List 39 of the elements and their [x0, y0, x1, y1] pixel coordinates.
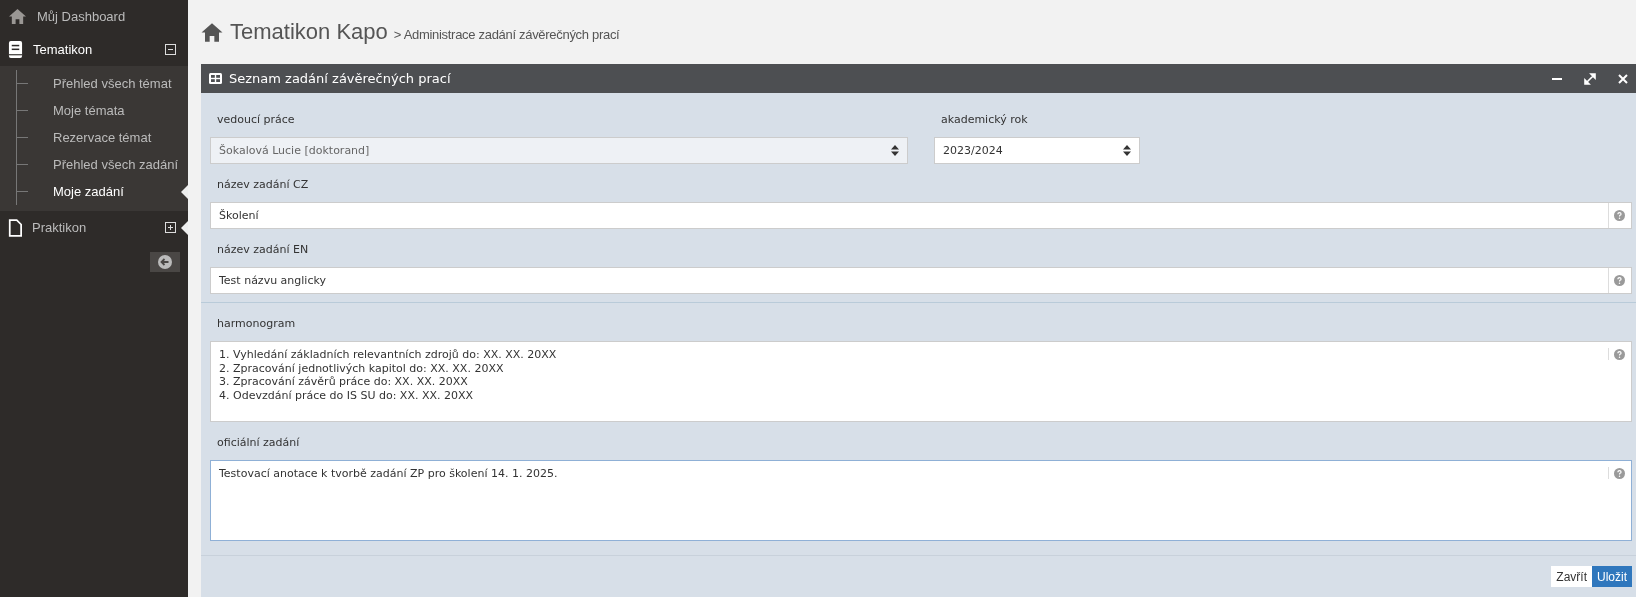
help-icon[interactable]: [1614, 349, 1625, 360]
field-label: vedoucí práce: [216, 112, 296, 128]
help-icon[interactable]: [1614, 468, 1625, 479]
page-title: Tematikon Kapo: [230, 19, 388, 45]
breadcrumb: > Administrace zadání závěrečných prací: [393, 26, 620, 42]
close-icon: [1618, 73, 1628, 84]
book-icon: [8, 40, 23, 59]
home-icon: [8, 8, 27, 25]
home-icon[interactable]: [200, 21, 224, 43]
field-label: oficiální zadání: [216, 435, 301, 451]
help-icon[interactable]: [1614, 275, 1625, 286]
panel-title: Seznam zadání závěrečných prací: [229, 71, 452, 86]
back-arrow-icon: [158, 255, 172, 269]
sort-arrows-icon: [891, 145, 899, 156]
sort-arrows-icon: [1123, 145, 1131, 156]
submenu-item[interactable]: Přehled všech témat: [0, 70, 188, 97]
input-field[interactable]: Test názvu anglicky: [210, 267, 1632, 294]
select-field[interactable]: 2023/2024: [934, 137, 1140, 164]
submenu-item[interactable]: Přehled všech zadání: [0, 151, 188, 178]
input-field[interactable]: Školení: [210, 202, 1632, 229]
sidebar-item[interactable]: Tematikon: [0, 33, 188, 66]
submenu-item[interactable]: Rezervace témat: [0, 124, 188, 151]
text-area[interactable]: 1. Vyhledání základních relevantních zdrojů do: XX. XX. 20XX 2. Zpracování jednotlivých kapitol do: XX. XX. 20XX 3. Zpracování závěrů práce do: XX. XX. 20XX 4. Odevzdání práce do IS SU do: XX. XX. 20XX: [210, 341, 1632, 422]
save-button[interactable]: Uložit: [1592, 566, 1632, 587]
sidebar-item[interactable]: Můj Dashboard: [0, 0, 188, 33]
expand-icon: [1584, 72, 1596, 85]
collapse-icon[interactable]: [165, 44, 176, 55]
expand-icon[interactable]: [165, 222, 176, 233]
submenu-item[interactable]: Moje témata: [0, 97, 188, 124]
text-area[interactable]: Testovací anotace k tvorbě zadání ZP pro školení 14. 1. 2025.: [210, 460, 1632, 541]
close-dialog-button[interactable]: Zavřít: [1551, 566, 1592, 587]
field-label: název zadání EN: [216, 242, 310, 258]
table-icon: [209, 73, 222, 84]
collapse-sidebar-button[interactable]: [150, 252, 180, 272]
field-label: akademický rok: [940, 112, 1029, 128]
document-icon: [8, 218, 22, 237]
field-label: název zadání CZ: [216, 177, 310, 193]
help-icon[interactable]: [1614, 210, 1625, 221]
field-label: harmonogram: [216, 316, 297, 332]
